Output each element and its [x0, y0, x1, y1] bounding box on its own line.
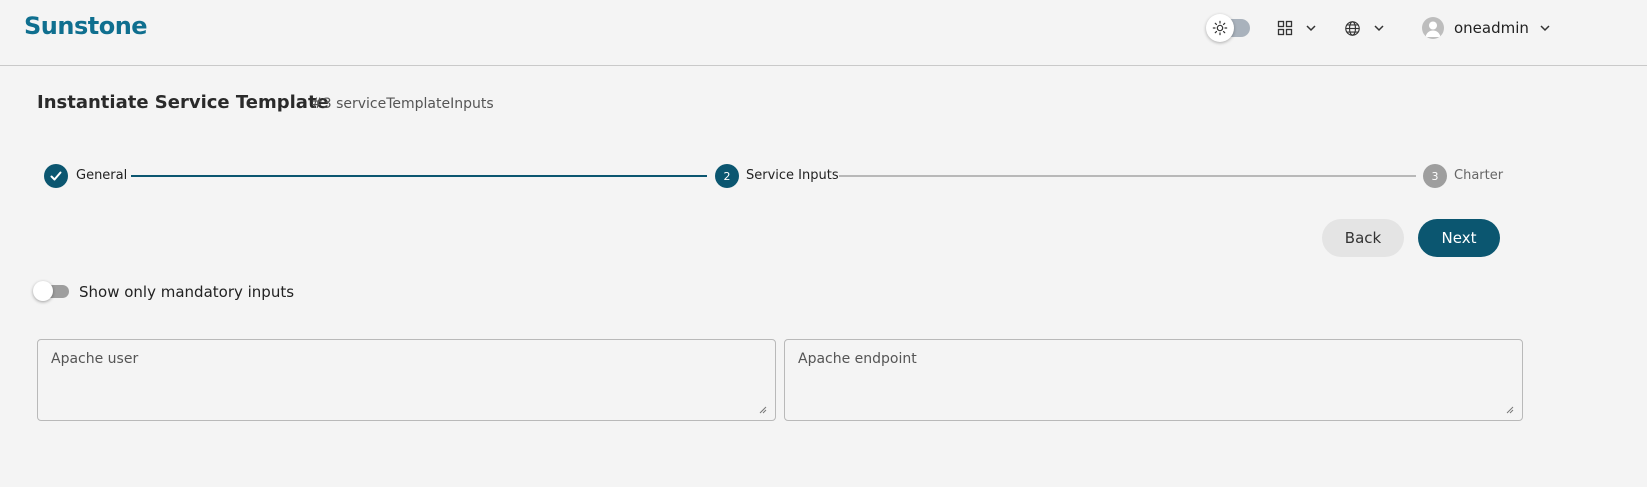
grid-icon — [1277, 20, 1293, 36]
globe-icon — [1345, 20, 1360, 36]
sunstone-logo[interactable]: Sunstone — [24, 12, 148, 40]
apache-endpoint-label: Apache endpoint — [798, 351, 917, 367]
step-number-service-inputs: 2 — [715, 164, 739, 188]
step-label-service-inputs: Service Inputs — [746, 168, 839, 183]
theme-toggle[interactable] — [1206, 12, 1254, 44]
language-menu-button[interactable] — [1344, 16, 1385, 40]
back-button[interactable]: Back — [1322, 219, 1404, 257]
mandatory-inputs-toggle[interactable] — [33, 280, 73, 302]
step-connector-completed — [131, 175, 707, 177]
step-general-check-icon — [44, 164, 68, 188]
chevron-down-icon — [1540, 25, 1550, 32]
top-bar: Sunstone oneadmin — [0, 0, 1647, 66]
resize-grip-icon[interactable] — [759, 406, 767, 414]
mandatory-inputs-label: Show only mandatory inputs — [79, 283, 295, 301]
page-title: Instantiate Service Template — [37, 92, 329, 113]
step-label-general: General — [76, 168, 128, 183]
sun-icon — [1212, 20, 1228, 36]
next-button[interactable]: Next — [1418, 219, 1500, 257]
resize-grip-icon[interactable] — [1506, 406, 1514, 414]
apache-user-input[interactable] — [38, 340, 775, 420]
apps-menu-button[interactable] — [1277, 16, 1317, 40]
step-connector-pending — [839, 175, 1416, 177]
stepper: General 2 Service Inputs 3 Charter — [0, 160, 1647, 192]
apache-user-field[interactable]: Apache user — [37, 339, 776, 421]
apache-user-label: Apache user — [51, 351, 139, 367]
username-label: oneadmin — [1454, 19, 1529, 37]
chevron-down-icon — [1374, 25, 1384, 32]
user-avatar-icon — [1422, 17, 1444, 39]
mandatory-toggle-knob[interactable] — [33, 281, 53, 301]
chevron-down-icon — [1306, 25, 1316, 32]
theme-toggle-knob[interactable] — [1206, 14, 1234, 42]
page-subtitle: #3 serviceTemplateInputs — [311, 96, 494, 112]
apache-endpoint-field[interactable]: Apache endpoint — [784, 339, 1523, 421]
user-menu-button[interactable]: oneadmin — [1422, 16, 1551, 40]
step-label-charter: Charter — [1454, 168, 1504, 183]
check-icon — [50, 171, 62, 181]
step-number-charter: 3 — [1423, 164, 1447, 188]
